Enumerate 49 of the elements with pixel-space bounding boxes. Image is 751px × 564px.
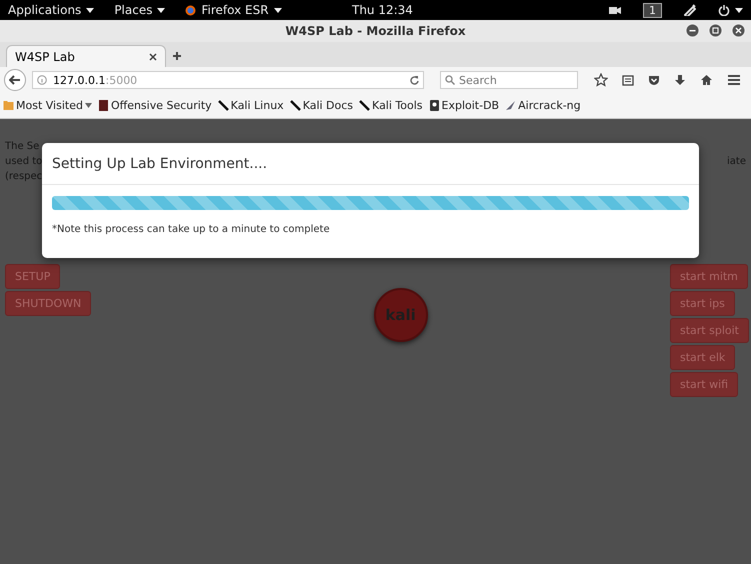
workspace-indicator[interactable]: 1 (643, 2, 662, 18)
clipboard-icon[interactable] (622, 74, 634, 86)
menu-icon[interactable] (727, 74, 741, 86)
caret-icon (84, 103, 92, 108)
new-tab-icon[interactable] (172, 51, 182, 61)
bookmark-item[interactable]: Kali Linux (218, 99, 284, 112)
intro-text: The Se (5, 140, 40, 154)
bookmark-item[interactable]: Kali Tools (359, 99, 423, 112)
folder-icon (3, 100, 14, 111)
caret-icon (274, 8, 282, 12)
intro-text: used to (5, 155, 42, 169)
pocket-icon[interactable] (648, 74, 660, 86)
browser-icon (185, 4, 196, 16)
star-icon[interactable] (594, 73, 608, 87)
intro-text: iate (727, 156, 746, 167)
top-menu[interactable]: Firefox ESR (185, 3, 282, 17)
power-menu[interactable] (718, 4, 743, 16)
bookmark-item[interactable]: Exploit-DB (428, 99, 500, 112)
camera-icon[interactable] (609, 5, 621, 15)
info-icon[interactable] (37, 75, 47, 85)
note-text: *Note this process can take up to a minute to complete (52, 224, 331, 235)
caret-icon (86, 8, 94, 12)
maximize-icon[interactable] (709, 24, 722, 37)
address-bar[interactable]: 127.0.0.1:5000 (32, 71, 424, 89)
clock: Thu 12:34 (352, 3, 413, 17)
browser-tab[interactable]: W4SP Lab (6, 45, 166, 67)
bookmark-item[interactable]: Offensive Security (98, 99, 212, 112)
window-title: W4SP Lab - Mozilla Firefox (285, 24, 466, 38)
back-arrow-icon (9, 75, 21, 85)
bookmark-item[interactable]: Kali Docs (290, 99, 354, 112)
reload-icon[interactable] (409, 75, 419, 85)
power-icon (718, 4, 730, 16)
bookmark-item[interactable]: Most Visited (3, 99, 92, 112)
download-icon[interactable] (674, 74, 686, 86)
caret-icon (735, 8, 743, 12)
pen-icon[interactable] (684, 4, 696, 16)
top-menu[interactable]: Applications (8, 3, 94, 17)
minimize-icon[interactable] (686, 24, 699, 37)
search-box[interactable]: Search (440, 71, 578, 89)
caret-icon (157, 8, 166, 12)
back-button[interactable] (4, 69, 26, 91)
close-icon[interactable] (149, 52, 157, 60)
bookmark-item[interactable]: Aircrack-ng (505, 99, 581, 112)
search-icon (445, 75, 455, 85)
modal-title: Setting Up Lab Environment.... (52, 156, 268, 172)
home-icon[interactable] (700, 74, 713, 86)
top-menu[interactable]: Places (114, 3, 166, 17)
close-icon[interactable] (732, 24, 745, 37)
intro-text: (respec (5, 170, 42, 184)
